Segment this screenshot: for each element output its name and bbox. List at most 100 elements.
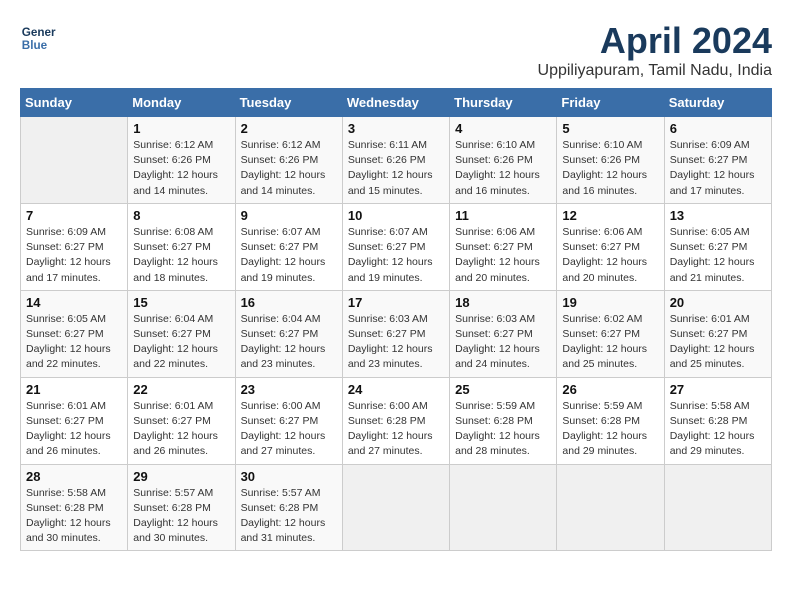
calendar-cell: 25 Sunrise: 5:59 AM Sunset: 6:28 PM Dayli… [450,377,557,464]
calendar-cell: 11Sunrise: 6:06 AM Sunset: 6:27 PM Dayli… [450,203,557,290]
calendar-week-5: 28Sunrise: 5:58 AM Sunset: 6:28 PM Dayli… [21,464,772,551]
header-day-sunday: Sunday [21,89,128,117]
day-number: 29 [133,469,229,484]
day-info: Sunrise: 5:58 AM Sunset: 6:28 PM Dayligh… [670,399,766,460]
calendar-body: 1Sunrise: 6:12 AM Sunset: 6:26 PM Daylig… [21,117,772,551]
header-day-saturday: Saturday [664,89,771,117]
day-info: Sunrise: 6:00 AM Sunset: 6:27 PM Dayligh… [241,399,337,460]
header-day-friday: Friday [557,89,664,117]
day-info: Sunrise: 6:05 AM Sunset: 6:27 PM Dayligh… [670,225,766,286]
logo: General Blue [20,20,56,56]
day-info: Sunrise: 5:57 AM Sunset: 6:28 PM Dayligh… [133,486,229,547]
calendar-cell [21,117,128,204]
day-info: Sunrise: 6:00 AM Sunset: 6:28 PM Dayligh… [348,399,444,460]
calendar-cell: 17 Sunrise: 6:03 AM Sunset: 6:27 PM Dayli… [342,290,449,377]
day-info: Sunrise: 5:59 AM Sunset: 6:28 PM Dayligh… [562,399,658,460]
day-number: 10 [348,208,444,223]
day-number: 17 [348,295,444,310]
day-number: 13 [670,208,766,223]
calendar-cell: 27 Sunrise: 5:58 AM Sunset: 6:28 PM Dayli… [664,377,771,464]
calendar-week-2: 7Sunrise: 6:09 AM Sunset: 6:27 PM Daylig… [21,203,772,290]
day-info: Sunrise: 6:06 AM Sunset: 6:27 PM Dayligh… [455,225,551,286]
title-section: April 2024 Uppiliyapuram, Tamil Nadu, In… [538,20,772,80]
subtitle: Uppiliyapuram, Tamil Nadu, India [538,62,772,80]
calendar-cell: 20Sunrise: 6:01 AM Sunset: 6:27 PM Dayli… [664,290,771,377]
day-info: Sunrise: 6:07 AM Sunset: 6:27 PM Dayligh… [348,225,444,286]
day-info: Sunrise: 6:04 AM Sunset: 6:27 PM Dayligh… [241,312,337,373]
day-info: Sunrise: 6:10 AM Sunset: 6:26 PM Dayligh… [455,138,551,199]
calendar-cell: 12 Sunrise: 6:06 AM Sunset: 6:27 PM Dayli… [557,203,664,290]
day-info: Sunrise: 5:57 AM Sunset: 6:28 PM Dayligh… [241,486,337,547]
day-number: 16 [241,295,337,310]
calendar-cell: 9 Sunrise: 6:07 AM Sunset: 6:27 PM Daylig… [235,203,342,290]
calendar-cell: 28Sunrise: 5:58 AM Sunset: 6:28 PM Dayli… [21,464,128,551]
day-info: Sunrise: 6:08 AM Sunset: 6:27 PM Dayligh… [133,225,229,286]
day-number: 9 [241,208,337,223]
day-info: Sunrise: 6:04 AM Sunset: 6:27 PM Dayligh… [133,312,229,373]
calendar-cell: 4 Sunrise: 6:10 AM Sunset: 6:26 PM Daylig… [450,117,557,204]
day-number: 15 [133,295,229,310]
main-title: April 2024 [538,20,772,62]
day-info: Sunrise: 6:01 AM Sunset: 6:27 PM Dayligh… [670,312,766,373]
header-day-wednesday: Wednesday [342,89,449,117]
day-info: Sunrise: 6:09 AM Sunset: 6:27 PM Dayligh… [26,225,122,286]
header: General Blue April 2024 Uppiliyapuram, T… [20,20,772,80]
day-info: Sunrise: 6:01 AM Sunset: 6:27 PM Dayligh… [133,399,229,460]
calendar-week-3: 14 Sunrise: 6:05 AM Sunset: 6:27 PM Dayli… [21,290,772,377]
day-info: Sunrise: 6:09 AM Sunset: 6:27 PM Dayligh… [670,138,766,199]
day-info: Sunrise: 6:02 AM Sunset: 6:27 PM Dayligh… [562,312,658,373]
calendar-cell: 7Sunrise: 6:09 AM Sunset: 6:27 PM Daylig… [21,203,128,290]
calendar-cell: 14 Sunrise: 6:05 AM Sunset: 6:27 PM Dayli… [21,290,128,377]
calendar-cell [450,464,557,551]
day-number: 6 [670,121,766,136]
day-number: 3 [348,121,444,136]
day-number: 23 [241,382,337,397]
day-number: 4 [455,121,551,136]
logo-icon: General Blue [20,20,56,56]
calendar-cell: 8 Sunrise: 6:08 AM Sunset: 6:27 PM Daylig… [128,203,235,290]
calendar-cell: 10 Sunrise: 6:07 AM Sunset: 6:27 PM Dayli… [342,203,449,290]
calendar-cell: 19 Sunrise: 6:02 AM Sunset: 6:27 PM Dayli… [557,290,664,377]
day-number: 25 [455,382,551,397]
day-info: Sunrise: 5:59 AM Sunset: 6:28 PM Dayligh… [455,399,551,460]
calendar-cell: 5Sunrise: 6:10 AM Sunset: 6:26 PM Daylig… [557,117,664,204]
calendar-week-1: 1Sunrise: 6:12 AM Sunset: 6:26 PM Daylig… [21,117,772,204]
day-info: Sunrise: 6:03 AM Sunset: 6:27 PM Dayligh… [348,312,444,373]
calendar-cell: 1Sunrise: 6:12 AM Sunset: 6:26 PM Daylig… [128,117,235,204]
day-number: 8 [133,208,229,223]
day-number: 21 [26,382,122,397]
day-number: 27 [670,382,766,397]
calendar-cell: 13 Sunrise: 6:05 AM Sunset: 6:27 PM Dayli… [664,203,771,290]
calendar-cell: 16 Sunrise: 6:04 AM Sunset: 6:27 PM Dayli… [235,290,342,377]
day-info: Sunrise: 6:07 AM Sunset: 6:27 PM Dayligh… [241,225,337,286]
calendar-table: SundayMondayTuesdayWednesdayThursdayFrid… [20,88,772,551]
day-number: 22 [133,382,229,397]
day-info: Sunrise: 6:12 AM Sunset: 6:26 PM Dayligh… [241,138,337,199]
calendar-cell: 29 Sunrise: 5:57 AM Sunset: 6:28 PM Dayli… [128,464,235,551]
day-info: Sunrise: 6:05 AM Sunset: 6:27 PM Dayligh… [26,312,122,373]
header-day-tuesday: Tuesday [235,89,342,117]
svg-text:Blue: Blue [22,39,48,52]
calendar-cell: 6 Sunrise: 6:09 AM Sunset: 6:27 PM Daylig… [664,117,771,204]
calendar-cell: 15 Sunrise: 6:04 AM Sunset: 6:27 PM Dayli… [128,290,235,377]
day-info: Sunrise: 6:03 AM Sunset: 6:27 PM Dayligh… [455,312,551,373]
calendar-week-4: 21 Sunrise: 6:01 AM Sunset: 6:27 PM Dayli… [21,377,772,464]
calendar-cell: 26Sunrise: 5:59 AM Sunset: 6:28 PM Dayli… [557,377,664,464]
day-info: Sunrise: 6:06 AM Sunset: 6:27 PM Dayligh… [562,225,658,286]
day-number: 14 [26,295,122,310]
calendar-cell: 24Sunrise: 6:00 AM Sunset: 6:28 PM Dayli… [342,377,449,464]
header-day-thursday: Thursday [450,89,557,117]
day-info: Sunrise: 6:11 AM Sunset: 6:26 PM Dayligh… [348,138,444,199]
svg-text:General: General [22,26,56,39]
day-number: 30 [241,469,337,484]
calendar-header: SundayMondayTuesdayWednesdayThursdayFrid… [21,89,772,117]
calendar-cell [557,464,664,551]
calendar-cell: 21 Sunrise: 6:01 AM Sunset: 6:27 PM Dayli… [21,377,128,464]
calendar-cell [342,464,449,551]
calendar-cell: 2Sunrise: 6:12 AM Sunset: 6:26 PM Daylig… [235,117,342,204]
day-number: 12 [562,208,658,223]
day-number: 19 [562,295,658,310]
calendar-cell: 3 Sunrise: 6:11 AM Sunset: 6:26 PM Daylig… [342,117,449,204]
day-number: 28 [26,469,122,484]
day-info: Sunrise: 6:01 AM Sunset: 6:27 PM Dayligh… [26,399,122,460]
